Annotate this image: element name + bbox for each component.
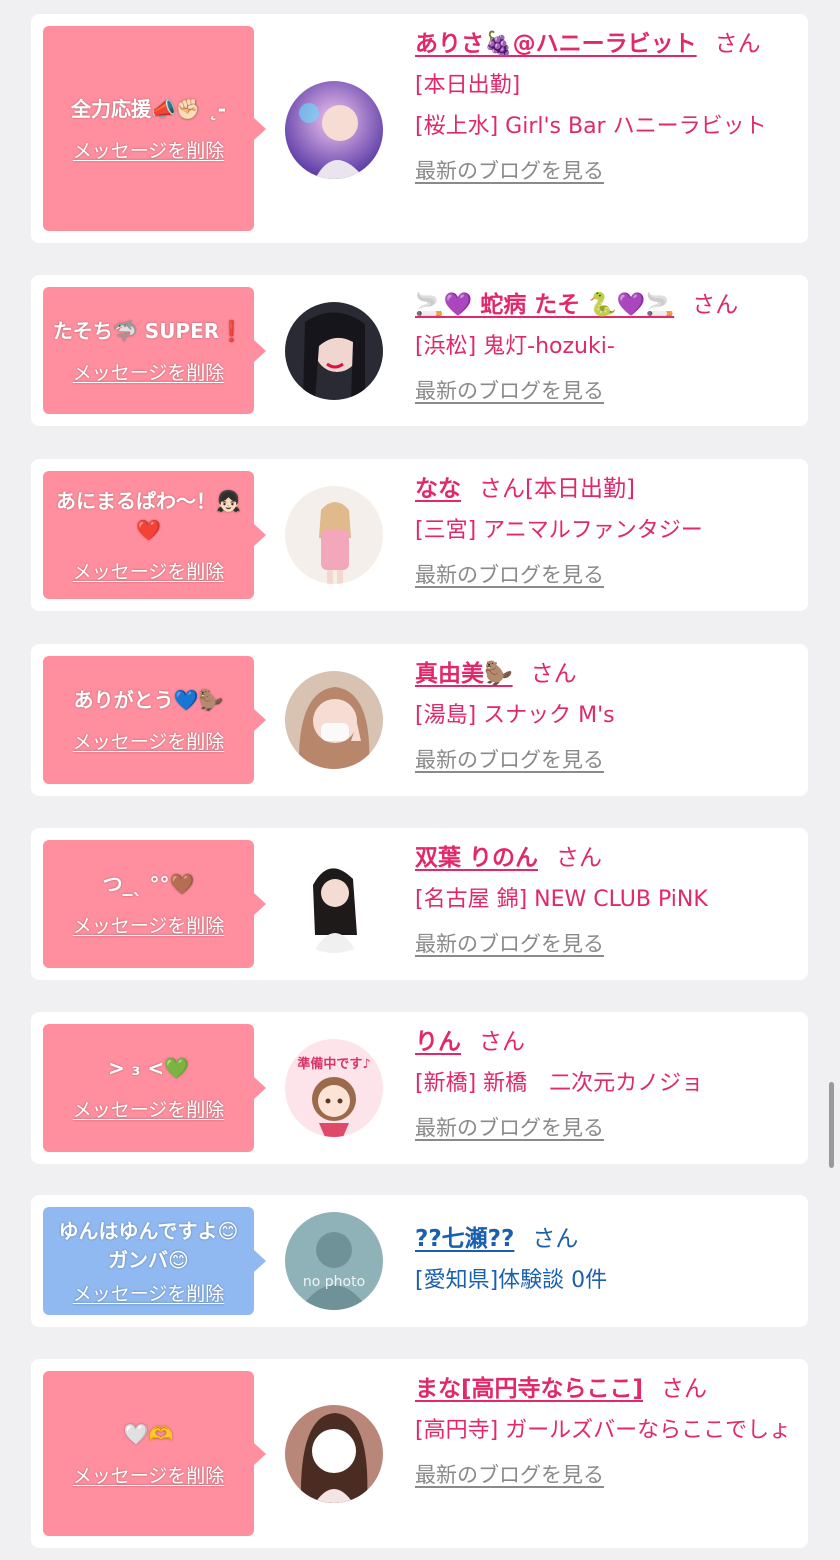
cast-info: 真由美🦫 さん [湯島] スナック M's 最新のブログを見る bbox=[415, 654, 800, 781]
message-card: > ₃ <💚 メッセージを削除 準備中です♪ りん さん [新橋] 新橋 二次元カ… bbox=[31, 1012, 808, 1164]
message-text: たそち🦈 SUPER❗️ bbox=[52, 318, 245, 343]
shop-line: [新橋] 新橋 二次元カノジョ bbox=[415, 1071, 704, 1096]
message-text: 🤍🫶 bbox=[123, 1421, 174, 1446]
shop-line: [浜松] 鬼灯-hozuki- bbox=[415, 334, 615, 359]
avatar[interactable]: no photo bbox=[285, 1212, 383, 1310]
message-text: ゆんはゆんですよ😊ガンバ😊 bbox=[58, 1218, 239, 1272]
avatar[interactable] bbox=[285, 302, 383, 400]
cast-name-link[interactable]: 真由美🦫 bbox=[415, 661, 513, 687]
delete-message-link[interactable]: メッセージを削除 bbox=[73, 557, 225, 584]
latest-blog-link[interactable]: 最新のブログを見る bbox=[415, 555, 604, 596]
latest-blog-link[interactable]: 最新のブログを見る bbox=[415, 371, 604, 412]
shop-line: [名古屋 錦] NEW CLUB PiNK bbox=[415, 887, 708, 912]
message-text: 全力応援📣✊🏻 ˛- bbox=[70, 96, 227, 121]
delete-message-link[interactable]: メッセージを削除 bbox=[73, 727, 225, 754]
latest-blog-link[interactable]: 最新のブログを見る bbox=[415, 151, 604, 192]
message-card: 全力応援📣✊🏻 ˛- メッセージを削除 ありさ🍇@ハニーラビット さん [本日出勤… bbox=[31, 14, 808, 243]
message-card: つ_ˎ °°🤎 メッセージを削除 双葉 りのん さん [名古屋 錦] NEW CL… bbox=[31, 828, 808, 980]
cast-info: ??七瀬?? さん [愛知県]体験談 0件 bbox=[415, 1219, 800, 1301]
delete-message-link[interactable]: メッセージを削除 bbox=[73, 358, 225, 385]
avatar-caption: 準備中です♪ bbox=[297, 1057, 371, 1072]
message-bubble: あにまるぱわ〜！👧🏻❤️ メッセージを削除 bbox=[43, 471, 266, 599]
avatar[interactable] bbox=[285, 855, 383, 953]
honorific: さん bbox=[530, 661, 577, 687]
honorific: さん bbox=[714, 31, 761, 57]
honorific: さん bbox=[661, 1376, 708, 1402]
latest-blog-link[interactable]: 最新のブログを見る bbox=[415, 1455, 604, 1496]
honorific: さん bbox=[479, 1029, 525, 1055]
message-bubble: 🤍🫶 メッセージを削除 bbox=[43, 1371, 266, 1536]
cast-info: ありさ🍇@ハニーラビット さん [本日出勤] [桜上水] Girl's Bar ハ… bbox=[415, 24, 800, 192]
honorific: さん bbox=[532, 1226, 579, 1252]
message-bubble: ありがとう💙🦫 メッセージを削除 bbox=[43, 656, 266, 784]
cast-info: なな さん[本日出勤] [三宮] アニマルファンタジー 最新のブログを見る bbox=[415, 469, 800, 596]
message-bubble: たそち🦈 SUPER❗️ メッセージを削除 bbox=[43, 287, 266, 414]
message-bubble: つ_ˎ °°🤎 メッセージを削除 bbox=[43, 840, 266, 968]
message-card: ありがとう💙🦫 メッセージを削除 真由美🦫 さん [湯島] スナック M's 最新… bbox=[31, 644, 808, 796]
shop-line: [三宮] アニマルファンタジー bbox=[415, 518, 703, 543]
avatar[interactable] bbox=[285, 81, 383, 179]
honorific: さん bbox=[479, 476, 525, 502]
latest-blog-link[interactable]: 最新のブログを見る bbox=[415, 1108, 604, 1149]
cast-info: 双葉 りのん さん [名古屋 錦] NEW CLUB PiNK 最新のブログを見る bbox=[415, 838, 800, 965]
cast-name-link[interactable]: 双葉 りのん bbox=[415, 845, 538, 871]
message-card: 🤍🫶 メッセージを削除 まな[高円寺ならここ] さん [高円寺] ガールズバーなら… bbox=[31, 1359, 808, 1548]
cast-info: りん さん [新橋] 新橋 二次元カノジョ 最新のブログを見る bbox=[415, 1022, 800, 1149]
message-card: たそち🦈 SUPER❗️ メッセージを削除 🚬💜 蛇病 たそ 🐍💜🚬 さん [浜松… bbox=[31, 275, 808, 426]
honorific: さん bbox=[556, 845, 603, 871]
message-text: ありがとう💙🦫 bbox=[73, 688, 224, 712]
avatar[interactable]: 準備中です♪ bbox=[285, 1039, 383, 1137]
cast-name-link[interactable]: ??七瀬?? bbox=[415, 1226, 514, 1252]
review-line: [愛知県]体験談 0件 bbox=[415, 1268, 608, 1293]
message-bubble: 全力応援📣✊🏻 ˛- メッセージを削除 bbox=[43, 26, 266, 231]
avatar-caption: no photo bbox=[302, 1274, 366, 1290]
message-bubble: ゆんはゆんですよ😊ガンバ😊 メッセージを削除 bbox=[43, 1207, 266, 1315]
status-line: [本日出勤] bbox=[415, 73, 521, 98]
status-tag: [本日出勤] bbox=[525, 476, 635, 502]
cast-info: 🚬💜 蛇病 たそ 🐍💜🚬 さん [浜松] 鬼灯-hozuki- 最新のブログを見る bbox=[415, 285, 800, 412]
latest-blog-link[interactable]: 最新のブログを見る bbox=[415, 924, 604, 965]
delete-message-link[interactable]: メッセージを削除 bbox=[73, 1095, 225, 1122]
message-bubble: > ₃ <💚 メッセージを削除 bbox=[43, 1024, 266, 1152]
latest-blog-link[interactable]: 最新のブログを見る bbox=[415, 740, 604, 781]
cast-name-link[interactable]: 🚬💜 蛇病 たそ 🐍💜🚬 bbox=[415, 292, 674, 318]
delete-message-link[interactable]: メッセージを削除 bbox=[73, 1279, 225, 1306]
shop-line: [湯島] スナック M's bbox=[415, 703, 615, 728]
scrollbar[interactable] bbox=[829, 1082, 834, 1168]
delete-message-link[interactable]: メッセージを削除 bbox=[73, 1461, 225, 1488]
avatar[interactable] bbox=[285, 671, 383, 769]
delete-message-link[interactable]: メッセージを削除 bbox=[73, 136, 225, 163]
message-text: つ_ˎ °°🤎 bbox=[102, 872, 195, 896]
cast-name-link[interactable]: ありさ🍇@ハニーラビット bbox=[415, 31, 697, 57]
cast-name-link[interactable]: なな bbox=[415, 476, 461, 502]
shop-line: [高円寺] ガールズバーならここでしょ bbox=[415, 1418, 792, 1443]
shop-line: [桜上水] Girl's Bar ハニーラビット bbox=[415, 114, 767, 139]
message-text: あにまるぱわ〜！👧🏻❤️ bbox=[56, 488, 241, 542]
cast-name-link[interactable]: まな[高円寺ならここ] bbox=[415, 1376, 643, 1402]
avatar[interactable] bbox=[285, 486, 383, 584]
cast-info: まな[高円寺ならここ] さん [高円寺] ガールズバーならここでしょ 最新のブログ… bbox=[415, 1369, 800, 1496]
avatar[interactable] bbox=[285, 1405, 383, 1503]
cast-name-link[interactable]: りん bbox=[415, 1029, 461, 1055]
message-text: > ₃ <💚 bbox=[107, 1056, 190, 1080]
honorific: さん bbox=[692, 292, 739, 318]
message-card: ゆんはゆんですよ😊ガンバ😊 メッセージを削除 no photo ??七瀬?? さん… bbox=[31, 1195, 808, 1327]
message-card: あにまるぱわ〜！👧🏻❤️ メッセージを削除 なな さん[本日出勤] [三宮] アニ… bbox=[31, 459, 808, 611]
delete-message-link[interactable]: メッセージを削除 bbox=[73, 911, 225, 938]
